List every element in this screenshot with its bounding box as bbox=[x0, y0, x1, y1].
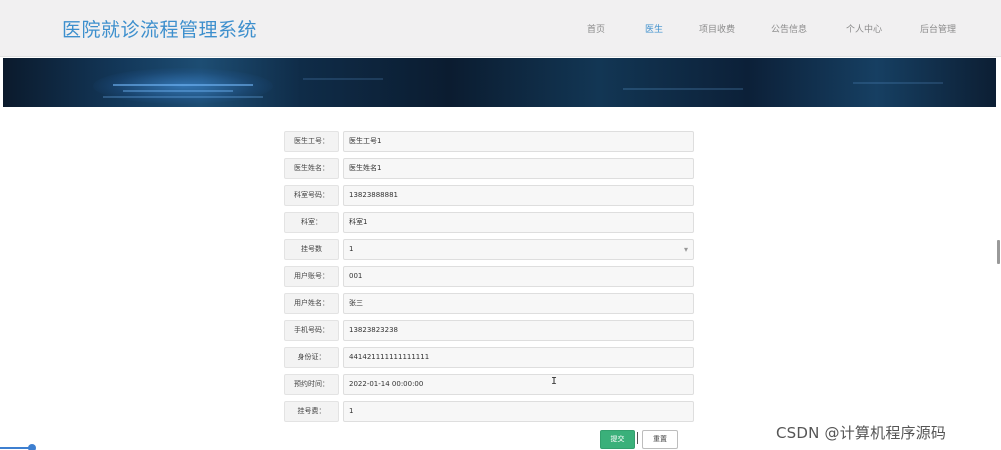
horizontal-scroll-handle[interactable] bbox=[0, 444, 40, 450]
nav-item-doctor[interactable]: 医生 bbox=[645, 22, 663, 35]
vertical-scrollbar[interactable] bbox=[997, 240, 1000, 264]
id-card-label: 身份证： bbox=[284, 347, 339, 368]
main-nav: 首页 医生 项目收费 公告信息 个人中心 后台管理 bbox=[0, 22, 1001, 36]
button-divider bbox=[637, 432, 638, 444]
nav-item-profile[interactable]: 个人中心 bbox=[846, 22, 882, 35]
form-row-mobile: 手机号码： 13823823238 bbox=[284, 320, 696, 341]
text-cursor-icon: I bbox=[551, 376, 558, 387]
registration-fee-label: 挂号费： bbox=[284, 401, 339, 422]
doctor-name-field[interactable]: 医生姓名1 bbox=[343, 158, 694, 179]
banner-streak bbox=[853, 82, 943, 84]
form-row-department: 科室： 科室1 bbox=[284, 212, 696, 233]
form-row-user-name: 用户姓名： 张三 bbox=[284, 293, 696, 314]
id-card-field[interactable]: 441421111111111111 bbox=[343, 347, 694, 368]
user-name-label: 用户姓名： bbox=[284, 293, 339, 314]
nav-item-notices[interactable]: 公告信息 bbox=[771, 22, 807, 35]
form-row-id-card: 身份证： 441421111111111111 bbox=[284, 347, 696, 368]
banner-streak bbox=[123, 90, 233, 92]
appointment-time-label: 预约时间： bbox=[284, 374, 339, 395]
department-label: 科室： bbox=[284, 212, 339, 233]
banner-streak bbox=[113, 84, 253, 86]
user-account-label: 用户账号： bbox=[284, 266, 339, 287]
doctor-id-field[interactable]: 医生工号1 bbox=[343, 131, 694, 152]
form-row-appointment-time: 预约时间： 2022-01-14 00:00:00 bbox=[284, 374, 696, 395]
banner-image bbox=[3, 58, 996, 107]
form-row-doctor-name: 医生姓名： 医生姓名1 bbox=[284, 158, 696, 179]
reset-button[interactable]: 重置 bbox=[642, 430, 678, 449]
doctor-id-label: 医生工号： bbox=[284, 131, 339, 152]
registration-count-select[interactable]: 1 bbox=[343, 239, 694, 260]
mobile-field[interactable]: 13823823238 bbox=[343, 320, 694, 341]
registration-count-label: 挂号数 bbox=[284, 239, 339, 260]
banner-streak bbox=[623, 88, 743, 90]
nav-item-fees[interactable]: 项目收费 bbox=[699, 22, 735, 35]
banner-streak bbox=[303, 78, 383, 80]
form-row-doctor-id: 医生工号： 医生工号1 bbox=[284, 131, 696, 152]
mobile-label: 手机号码： bbox=[284, 320, 339, 341]
nav-item-admin[interactable]: 后台管理 bbox=[920, 22, 956, 35]
scroll-knob[interactable] bbox=[28, 444, 36, 450]
user-name-field[interactable]: 张三 bbox=[343, 293, 694, 314]
dept-phone-label: 科室号码： bbox=[284, 185, 339, 206]
banner-streak bbox=[103, 96, 263, 98]
form-row-user-account: 用户账号： 001 bbox=[284, 266, 696, 287]
department-field[interactable]: 科室1 bbox=[343, 212, 694, 233]
doctor-name-label: 医生姓名： bbox=[284, 158, 339, 179]
appointment-time-field[interactable]: 2022-01-14 00:00:00 bbox=[343, 374, 694, 395]
submit-button[interactable]: 提交 bbox=[600, 430, 635, 449]
user-account-field[interactable]: 001 bbox=[343, 266, 694, 287]
form-row-dept-phone: 科室号码： 13823888881 bbox=[284, 185, 696, 206]
watermark: CSDN @计算机程序源码 bbox=[776, 424, 947, 442]
top-header: 医院就诊流程管理系统 首页 医生 项目收费 公告信息 个人中心 后台管理 bbox=[0, 0, 1001, 57]
banner-glow bbox=[93, 68, 273, 104]
nav-item-home[interactable]: 首页 bbox=[587, 22, 605, 35]
registration-fee-field[interactable]: 1 bbox=[343, 401, 694, 422]
form-row-registration-count: 挂号数 1 bbox=[284, 239, 696, 260]
form-row-registration-fee: 挂号费： 1 bbox=[284, 401, 696, 422]
dept-phone-field[interactable]: 13823888881 bbox=[343, 185, 694, 206]
